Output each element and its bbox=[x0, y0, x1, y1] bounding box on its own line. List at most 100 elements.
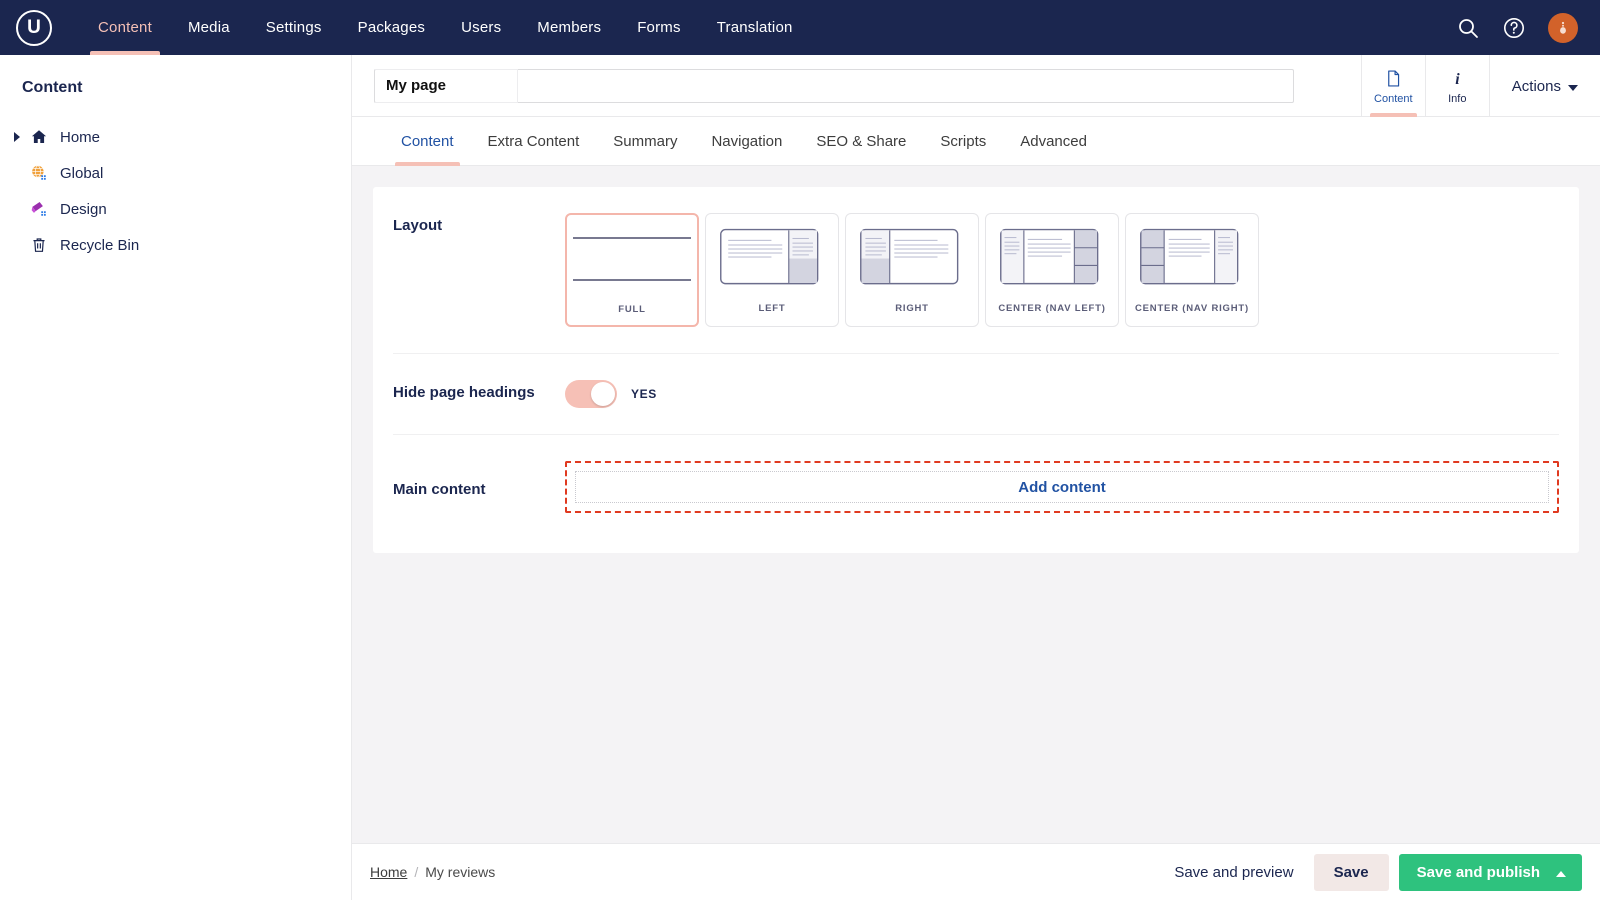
user-avatar[interactable] bbox=[1548, 13, 1578, 43]
tree-item-label: Home bbox=[60, 129, 100, 146]
chevron-up-icon[interactable] bbox=[1556, 864, 1566, 881]
subtab-label: Content bbox=[401, 133, 454, 150]
editor-region: My page Content i Info bbox=[352, 55, 1600, 900]
main-content-validation-wrapper: Add content bbox=[565, 461, 1559, 513]
paint-icon bbox=[26, 200, 52, 218]
property-main-content-label: Main content bbox=[393, 477, 565, 498]
subtab-label: Extra Content bbox=[488, 133, 580, 150]
hide-headings-state-label: YES bbox=[631, 387, 657, 401]
layout-option-full[interactable]: FULL bbox=[565, 213, 699, 327]
top-nav-item-users[interactable]: Users bbox=[443, 0, 519, 55]
top-nav-item-content[interactable]: Content bbox=[80, 0, 170, 55]
breadcrumb-separator: / bbox=[414, 864, 418, 880]
property-layout-label: Layout bbox=[393, 213, 565, 327]
hide-headings-toggle-row: YES bbox=[565, 380, 1559, 408]
home-icon bbox=[26, 128, 52, 146]
layout-option-left[interactable]: LEFT bbox=[705, 213, 839, 327]
layout-options: FULL LEFT RIGHT CENTER (NAV LEFT) CENTER (NA… bbox=[565, 213, 1559, 327]
layout-option-center-nav-right[interactable]: CENTER (NAV RIGHT) bbox=[1125, 213, 1259, 327]
layout-option-right[interactable]: RIGHT bbox=[845, 213, 979, 327]
editor-header: My page Content i Info bbox=[352, 55, 1600, 117]
subtab-extra-content[interactable]: Extra Content bbox=[471, 117, 597, 166]
page-name-value[interactable]: My page bbox=[374, 69, 518, 103]
hide-headings-toggle[interactable] bbox=[565, 380, 617, 408]
property-hide-headings-label: Hide page headings bbox=[393, 380, 565, 408]
expand-caret-icon[interactable] bbox=[8, 132, 26, 142]
property-group-tabs: Content Extra Content Summary Navigation SEO… bbox=[352, 117, 1600, 166]
footer-buttons: Save and preview Save Save and publish bbox=[1164, 854, 1582, 891]
page-name-input[interactable]: My page bbox=[374, 69, 1294, 103]
info-icon: i bbox=[1448, 68, 1467, 90]
content-tree-sidebar: Content Home Global Design Recycle Bin bbox=[0, 55, 352, 900]
breadcrumb: Home / My reviews bbox=[370, 864, 495, 880]
editor-footer: Home / My reviews Save and preview Save Sa… bbox=[352, 843, 1600, 900]
active-subtab-underline bbox=[395, 162, 460, 166]
subtab-advanced[interactable]: Advanced bbox=[1003, 117, 1104, 166]
subtab-seo-share[interactable]: SEO & Share bbox=[799, 117, 923, 166]
trash-icon bbox=[26, 236, 52, 254]
tree-item-label: Design bbox=[60, 201, 107, 218]
subtab-label: Advanced bbox=[1020, 133, 1087, 150]
top-nav-item-translation[interactable]: Translation bbox=[699, 0, 811, 55]
top-nav-item-label: Content bbox=[98, 19, 152, 36]
search-icon[interactable] bbox=[1456, 16, 1480, 40]
top-nav-item-media[interactable]: Media bbox=[170, 0, 248, 55]
add-content-button[interactable]: Add content bbox=[575, 471, 1549, 503]
save-and-publish-button[interactable]: Save and publish bbox=[1399, 854, 1582, 891]
top-nav-item-label: Members bbox=[537, 19, 601, 36]
active-app-underline bbox=[1370, 113, 1417, 117]
tab-content-app-label: Content bbox=[1374, 93, 1413, 105]
layout-thumbnail-center-nav-left-icon bbox=[993, 221, 1111, 294]
tree-item-label: Global bbox=[60, 165, 103, 182]
top-nav-item-label: Settings bbox=[266, 19, 322, 36]
top-navigation-bar: U Content Media Settings PackagesUsers Membe… bbox=[0, 0, 1600, 55]
help-icon[interactable] bbox=[1502, 16, 1526, 40]
actions-label: Actions bbox=[1512, 78, 1561, 95]
globe-icon bbox=[26, 164, 52, 182]
actions-dropdown[interactable]: Actions bbox=[1489, 55, 1600, 117]
top-nav-item-members[interactable]: Members bbox=[519, 0, 619, 55]
save-button[interactable]: Save bbox=[1314, 854, 1389, 891]
tree-item-recycle-bin[interactable]: Recycle Bin bbox=[0, 227, 351, 263]
subtab-navigation[interactable]: Navigation bbox=[694, 117, 799, 166]
save-and-publish-label: Save and publish bbox=[1417, 864, 1540, 881]
top-nav-item-forms[interactable]: Forms bbox=[619, 0, 699, 55]
tree-item-label: Recycle Bin bbox=[60, 237, 139, 254]
top-nav-item-packages[interactable]: Packages bbox=[340, 0, 443, 55]
tab-content-app[interactable]: Content bbox=[1361, 55, 1425, 117]
layout-thumbnail-full-icon bbox=[573, 222, 691, 295]
tab-info-app[interactable]: i Info bbox=[1425, 55, 1489, 117]
subtab-label: Summary bbox=[613, 133, 677, 150]
subtab-content[interactable]: Content bbox=[384, 117, 471, 166]
svg-text:i: i bbox=[1455, 71, 1460, 88]
tree-item-global[interactable]: Global bbox=[0, 155, 351, 191]
subtab-label: SEO & Share bbox=[816, 133, 906, 150]
property-hide-page-headings: Hide page headings YES bbox=[393, 354, 1559, 435]
layout-option-label: FULL bbox=[618, 295, 645, 325]
top-nav-item-settings[interactable]: Settings bbox=[248, 0, 340, 55]
top-nav-item-label: Translation bbox=[717, 19, 793, 36]
breadcrumb-item-my-reviews: My reviews bbox=[425, 864, 495, 880]
layout-option-label: CENTER (NAV RIGHT) bbox=[1135, 294, 1249, 324]
property-layout: Layout FULL LEFT RIGHT CENTER (NAV LEFT) CEN… bbox=[393, 187, 1559, 354]
subtab-summary[interactable]: Summary bbox=[596, 117, 694, 166]
layout-option-label: RIGHT bbox=[895, 294, 929, 324]
tree-items: Home Global Design Recycle Bin bbox=[0, 119, 351, 263]
tree-title: Content bbox=[0, 55, 351, 97]
layout-thumbnail-right-icon bbox=[853, 221, 971, 294]
subtab-scripts[interactable]: Scripts bbox=[923, 117, 1003, 166]
subtab-label: Scripts bbox=[940, 133, 986, 150]
layout-option-center-nav-left[interactable]: CENTER (NAV LEFT) bbox=[985, 213, 1119, 327]
tree-item-home[interactable]: Home bbox=[0, 119, 351, 155]
top-nav-right-group bbox=[1456, 13, 1600, 43]
layout-option-label: LEFT bbox=[759, 294, 786, 324]
breadcrumb-item-home[interactable]: Home bbox=[370, 864, 407, 880]
save-and-preview-button[interactable]: Save and preview bbox=[1164, 856, 1303, 889]
chevron-down-icon bbox=[1568, 78, 1578, 95]
tab-info-app-label: Info bbox=[1448, 93, 1466, 105]
umbraco-logo[interactable]: U bbox=[16, 10, 52, 46]
toggle-knob bbox=[591, 382, 615, 406]
top-nav-item-label: Media bbox=[188, 19, 230, 36]
property-main-content: Main content Add content bbox=[393, 435, 1559, 539]
tree-item-design[interactable]: Design bbox=[0, 191, 351, 227]
